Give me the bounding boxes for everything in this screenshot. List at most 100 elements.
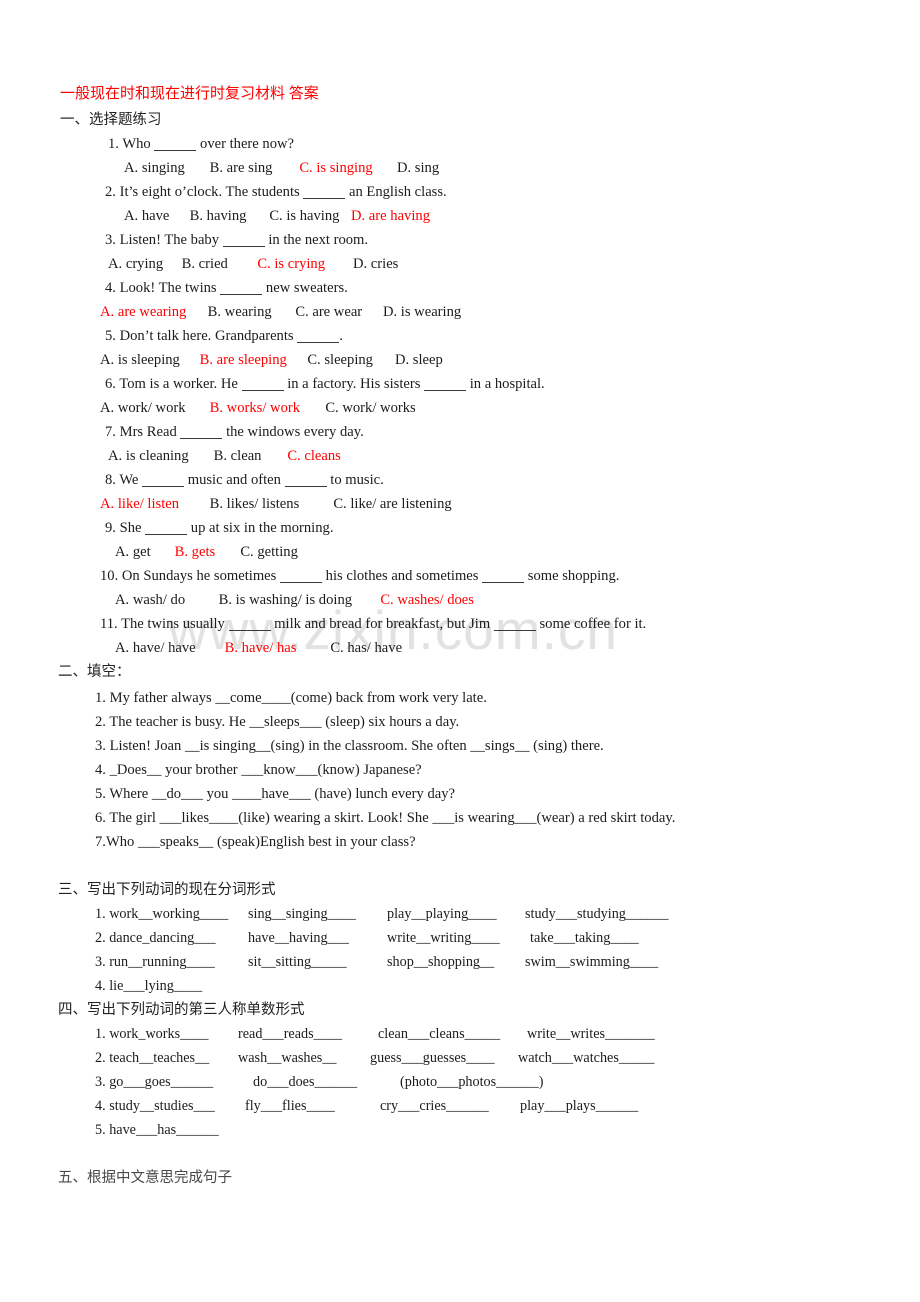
q8-option-a: A. like/ listen: [100, 496, 180, 512]
q11-option-a: A. have/ have: [115, 640, 196, 656]
question-4-stem: 4. Look! The twins new sweaters.: [105, 278, 348, 298]
question-1-options: A. singing B. are sing C. is singing D. …: [124, 158, 439, 178]
q6-option-a: A. work/ work: [100, 400, 186, 416]
third-person-row-1-col-3: clean___cleans_____: [378, 1026, 501, 1042]
third-person-row-4-col-2: fly___flies____: [245, 1098, 335, 1114]
q8-stem-after: to music.: [330, 472, 384, 488]
q11-stem-after: some coffee for it.: [539, 616, 647, 632]
q5-stem-before: 5. Don’t talk here. Grandparents: [105, 328, 294, 344]
fill-blank-item-2: 2. The teacher is busy. He __sleeps___ (…: [95, 714, 460, 730]
q11-stem-before: 11. The twins usually: [100, 616, 225, 632]
q5-option-a: A. is sleeping: [100, 352, 180, 368]
q2-stem-after: an English class.: [349, 184, 447, 200]
q6-stem-after: in a hospital.: [469, 376, 545, 392]
q8-stem-mid: music and often: [187, 472, 281, 488]
q8-option-b: B. likes/ listens: [209, 496, 300, 512]
q4-option-c: C. are wear: [295, 304, 363, 320]
question-1-stem: 1. Who over there now?: [108, 134, 294, 154]
q2-option-a: A. have: [124, 208, 170, 224]
question-9-stem: 9. She up at six in the morning.: [105, 518, 333, 538]
q6-stem-before: 6. Tom is a worker. He: [105, 376, 238, 392]
q2-option-d: D. are having: [350, 208, 430, 224]
q6-blank-2: [424, 376, 467, 391]
question-8-stem: 8. We music and often to music.: [105, 470, 384, 490]
fill-blank-item-5: 5. Where __do___ you ____have___ (have) …: [95, 786, 455, 802]
participle-row-3-col-2: sit__sitting_____: [248, 954, 347, 970]
question-8-options: A. like/ listen B. likes/ listens C. lik…: [100, 494, 452, 514]
page-title: 一般现在时和现在进行时复习材料 答案: [60, 86, 319, 102]
question-6-options: A. work/ work B. works/ work C. work/ wo…: [100, 398, 416, 418]
third-person-row-2-col-3: guess___guesses____: [370, 1050, 495, 1066]
q11-blank-1: [228, 616, 271, 631]
q3-option-d: D. cries: [352, 256, 399, 272]
q5-option-c: C. sleeping: [307, 352, 373, 368]
q1-option-c: C. is singing: [299, 160, 373, 176]
fill-blank-item-7: 7.Who ___speaks__ (speak)English best in…: [95, 834, 416, 850]
question-10-stem: 10. On Sundays he sometimes his clothes …: [100, 566, 619, 586]
third-person-row-1-col-1: 1. work_works____: [95, 1026, 209, 1042]
q10-blank-1: [280, 568, 322, 583]
section-four-heading: 四、写出下列动词的第三人称单数形式: [58, 1002, 305, 1018]
q3-option-a: A. crying: [108, 256, 164, 272]
participle-row-3-col-1: 3. run__running____: [95, 954, 215, 970]
q3-option-b: B. cried: [181, 256, 228, 272]
third-person-row-3-col-3: (photo___photos______): [400, 1074, 544, 1090]
third-person-row-3-col-1: 3. go___goes______: [95, 1074, 214, 1090]
q1-option-d: D. sing: [396, 160, 440, 176]
participle-row-3-col-4: swim__swimming____: [525, 954, 659, 970]
q8-option-c: C. like/ are listening: [333, 496, 452, 512]
q6-stem-mid: in a factory. His sisters: [287, 376, 421, 392]
q10-stem-before: 10. On Sundays he sometimes: [100, 568, 277, 584]
q3-stem-after: in the next room.: [268, 232, 369, 248]
q5-blank: [297, 328, 340, 343]
question-11-stem: 11. The twins usually milk and bread for…: [100, 614, 646, 634]
q2-option-b: B. having: [189, 208, 247, 224]
document-page: www.zixin.com.cn 一般现在时和现在进行时复习材料 答案 一、选择…: [0, 0, 920, 1302]
participle-row-1-col-3: play__playing____: [387, 906, 497, 922]
question-11-options: A. have/ have B. have/ has C. has/ have: [115, 638, 402, 658]
question-2-stem: 2. It’s eight o’clock. The students an E…: [105, 182, 447, 202]
q6-option-b: B. works/ work: [209, 400, 301, 416]
question-5-options: A. is sleeping B. are sleeping C. sleepi…: [100, 350, 443, 370]
q4-stem-before: 4. Look! The twins: [105, 280, 217, 296]
participle-row-2-col-4: take___taking____: [530, 930, 639, 946]
third-person-row-1-col-4: write__writes_______: [527, 1026, 655, 1042]
q9-stem-after: up at six in the morning.: [190, 520, 334, 536]
third-person-row-2-col-4: watch___watches_____: [518, 1050, 655, 1066]
question-10-options: A. wash/ do B. is washing/ is doing C. w…: [115, 590, 474, 610]
question-3-stem: 3. Listen! The baby in the next room.: [105, 230, 368, 250]
q7-option-b: B. clean: [213, 448, 262, 464]
q9-stem-before: 9. She: [105, 520, 142, 536]
q10-option-c: C. washes/ does: [380, 592, 474, 608]
question-7-options: A. is cleaning B. clean C. cleans: [108, 446, 341, 466]
section-two-heading: 二、填空：: [58, 664, 131, 680]
participle-row-2-col-1: 2. dance_dancing___: [95, 930, 216, 946]
q9-option-b: B. gets: [174, 544, 216, 560]
question-2-options: A. have B. having C. is having D. are ha…: [124, 206, 430, 226]
section-five-heading: 五、根据中文意思完成句子: [58, 1170, 232, 1186]
third-person-row-4-col-3: cry___cries______: [380, 1098, 489, 1114]
participle-row-4-col-1: 4. lie___lying____: [95, 978, 203, 994]
participle-row-1-col-1: 1. work__working____: [95, 906, 229, 922]
question-3-options: A. crying B. cried C. is crying D. cries: [108, 254, 398, 274]
question-4-options: A. are wearing B. wearing C. are wear D.…: [100, 302, 461, 322]
fill-blank-item-1: 1. My father always __come____(come) bac…: [95, 690, 487, 706]
q2-option-c: C. is having: [269, 208, 340, 224]
third-person-row-2-col-1: 2. teach__teaches__: [95, 1050, 210, 1066]
q10-stem-mid: his clothes and sometimes: [325, 568, 479, 584]
q11-stem-mid: milk and bread for breakfast, but Jim: [274, 616, 491, 632]
q7-stem-before: 7. Mrs Read: [105, 424, 177, 440]
q3-stem-before: 3. Listen! The baby: [105, 232, 220, 248]
section-one-heading: 一、选择题练习: [60, 112, 162, 128]
q5-stem-after: .: [339, 328, 343, 344]
fill-blank-item-4: 4. _Does__ your brother ___know___(know)…: [95, 762, 422, 778]
q11-option-c: C. has/ have: [330, 640, 403, 656]
q7-blank: [180, 424, 223, 439]
participle-row-2-col-2: have__having___: [248, 930, 349, 946]
q4-stem-after: new sweaters.: [265, 280, 348, 296]
third-person-row-4-col-1: 4. study__studies___: [95, 1098, 215, 1114]
participle-row-1-col-2: sing__singing____: [248, 906, 356, 922]
q1-option-a: A. singing: [124, 160, 185, 176]
q7-option-a: A. is cleaning: [108, 448, 189, 464]
q3-blank: [222, 232, 265, 247]
